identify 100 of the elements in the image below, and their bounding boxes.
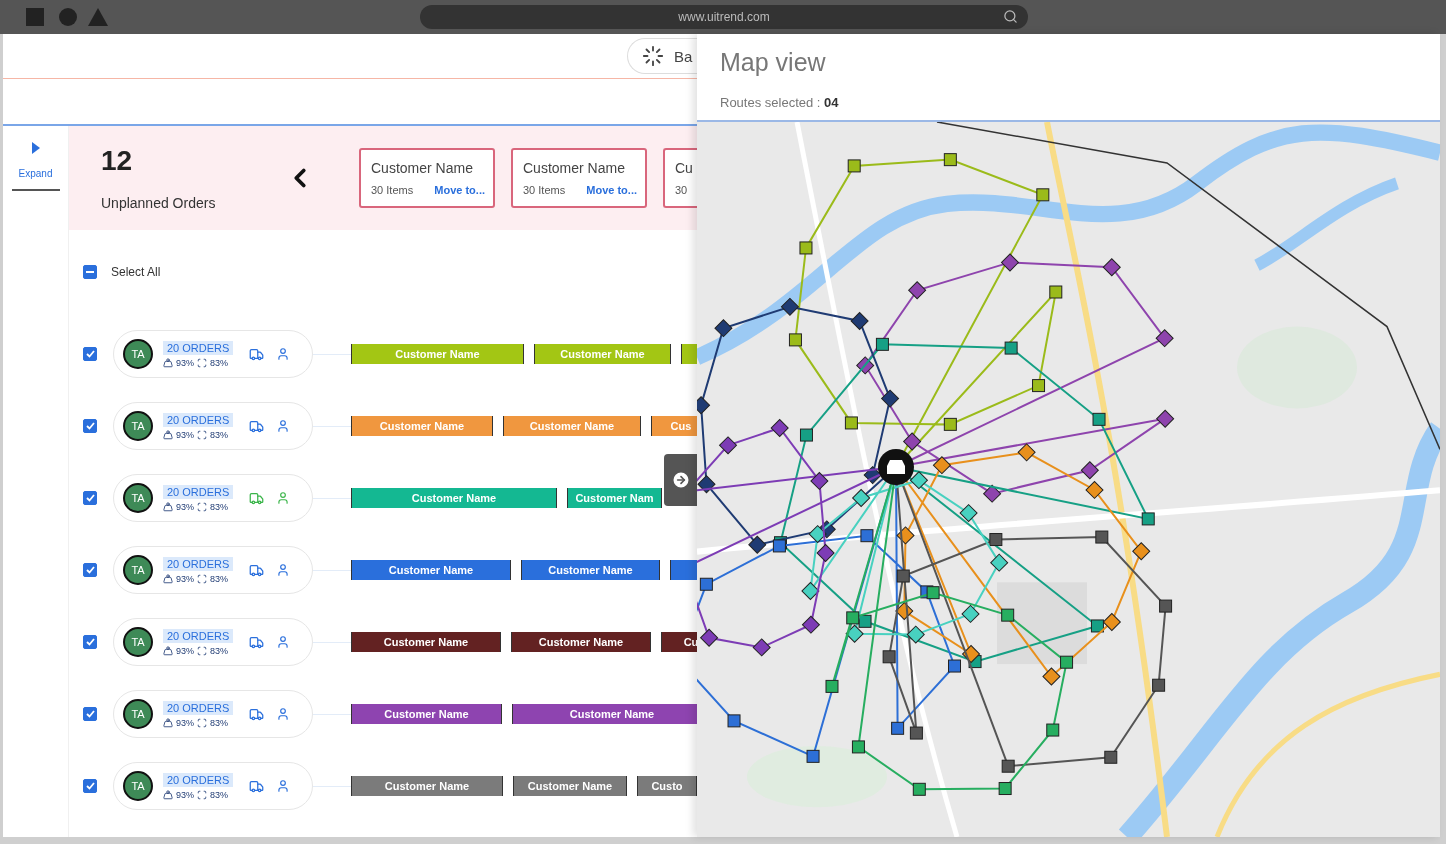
truck-icon[interactable]	[249, 418, 264, 434]
vehicle-pill[interactable]: TA 20 ORDERS 93% 83%	[113, 690, 313, 738]
driver-icon[interactable]	[276, 419, 290, 433]
volume-icon	[197, 429, 207, 440]
item-count: 30 Items	[523, 184, 566, 196]
address-bar[interactable]: www.uitrend.com	[420, 5, 1028, 29]
order-count: 12	[101, 145, 134, 177]
collapse-map-button[interactable]	[664, 454, 697, 506]
weight-percent: 93%	[176, 573, 194, 584]
route-segment[interactable]: Customer Name	[521, 560, 660, 580]
customer-card[interactable]: Customer Name 30 Items Move to...	[511, 148, 647, 208]
weight-percent: 93%	[176, 717, 194, 728]
route-segment[interactable]: Custo	[637, 776, 697, 796]
driver-icon[interactable]	[276, 491, 290, 505]
orders-badge: 20 ORDERS	[163, 484, 234, 499]
route-segment[interactable]: Customer Name	[351, 560, 511, 580]
route-segment[interactable]: Customer Name	[513, 776, 627, 796]
vehicle-pill[interactable]: TA 20 ORDERS 93% 83%	[113, 402, 313, 450]
route-checkbox[interactable]	[83, 635, 97, 649]
truck-icon[interactable]	[249, 706, 264, 722]
truck-icon[interactable]	[249, 562, 264, 578]
volume-percent: 83%	[210, 429, 229, 440]
expand-button[interactable]: Expand	[11, 142, 60, 191]
arrow-right-icon	[670, 470, 691, 490]
route-segment[interactable]: Cu	[661, 632, 697, 652]
driver-icon[interactable]	[276, 707, 290, 721]
weight-icon	[163, 645, 173, 656]
driver-avatar: TA	[123, 555, 153, 585]
weight-percent: 93%	[176, 789, 194, 800]
vehicle-pill[interactable]: TA 20 ORDERS 93% 83%	[113, 762, 313, 810]
orders-badge: 20 ORDERS	[163, 772, 234, 787]
volume-percent: 83%	[210, 645, 229, 656]
weight-percent: 93%	[176, 645, 194, 656]
weight-icon	[163, 501, 173, 512]
map-title: Map view	[720, 48, 827, 77]
route-segment[interactable]: Customer Name	[351, 632, 501, 652]
weight-percent: 93%	[176, 357, 194, 368]
route-checkbox[interactable]	[83, 347, 97, 361]
truck-icon[interactable]	[249, 346, 264, 362]
route-checkbox[interactable]	[83, 779, 97, 793]
spinner-icon	[642, 45, 664, 67]
vehicle-pill[interactable]: TA 20 ORDERS 93% 83%	[113, 474, 313, 522]
weight-icon	[163, 717, 173, 728]
weight-percent: 93%	[176, 429, 194, 440]
checkmark-icon	[85, 422, 95, 430]
truck-icon[interactable]	[249, 634, 264, 650]
select-all-label: Select All	[111, 265, 161, 279]
item-count: 30	[675, 184, 688, 196]
driver-icon[interactable]	[276, 779, 290, 793]
volume-icon	[197, 717, 207, 728]
vehicle-pill[interactable]: TA 20 ORDERS 93% 83%	[113, 618, 313, 666]
route-segment[interactable]: Customer Name	[351, 776, 503, 796]
checkmark-icon	[85, 638, 95, 646]
volume-percent: 83%	[210, 573, 229, 584]
driver-avatar: TA	[123, 699, 153, 729]
move-to-link[interactable]: Move to...	[434, 184, 485, 196]
vehicle-pill[interactable]: TA 20 ORDERS 93% 83%	[113, 546, 313, 594]
volume-percent: 83%	[210, 501, 229, 512]
volume-icon	[197, 645, 207, 656]
checkmark-icon	[85, 566, 95, 574]
orders-badge: 20 ORDERS	[163, 628, 234, 643]
checkmark-icon	[85, 710, 95, 718]
window-controls-icon	[26, 7, 110, 27]
checkmark-icon	[85, 350, 95, 358]
search-icon	[1003, 9, 1018, 24]
driver-avatar: TA	[123, 339, 153, 369]
route-checkbox[interactable]	[83, 563, 97, 577]
driver-avatar: TA	[123, 627, 153, 657]
customer-card[interactable]: Cu 30	[663, 148, 697, 208]
route-segment[interactable]: Customer Name	[351, 704, 502, 724]
move-to-link[interactable]: Move to...	[586, 184, 637, 196]
driver-avatar: TA	[123, 411, 153, 441]
volume-percent: 83%	[210, 357, 229, 368]
orders-badge: 20 ORDERS	[163, 556, 234, 571]
driver-icon[interactable]	[276, 563, 290, 577]
weight-icon	[163, 573, 173, 584]
weight-percent: 93%	[176, 501, 194, 512]
volume-icon	[197, 357, 207, 368]
customer-name: Customer Name	[371, 160, 474, 176]
route-checkbox[interactable]	[83, 419, 97, 433]
volume-percent: 83%	[210, 717, 229, 728]
route-segment[interactable]: Customer Name	[511, 632, 651, 652]
select-all-checkbox[interactable]	[83, 265, 97, 279]
truck-icon[interactable]	[249, 778, 264, 794]
route-checkbox[interactable]	[83, 491, 97, 505]
customer-card[interactable]: Customer Name 30 Items Move to...	[359, 148, 495, 208]
route-segment[interactable]: Customer Name	[512, 704, 697, 724]
driver-icon[interactable]	[276, 347, 290, 361]
route-checkbox[interactable]	[83, 707, 97, 721]
volume-icon	[197, 789, 207, 800]
vehicle-pill[interactable]: TA 20 ORDERS 93% 83%	[113, 330, 313, 378]
driver-icon[interactable]	[276, 635, 290, 649]
volume-icon	[197, 573, 207, 584]
summary-label: Unplanned Orders	[101, 195, 217, 211]
routes-selected: Routes selected : 04	[720, 95, 840, 110]
truck-icon[interactable]	[249, 490, 264, 506]
driver-avatar: TA	[123, 483, 153, 513]
customer-name: Customer Name	[523, 160, 626, 176]
toolbar-button[interactable]: Ba	[627, 38, 697, 74]
minus-icon	[86, 271, 94, 273]
